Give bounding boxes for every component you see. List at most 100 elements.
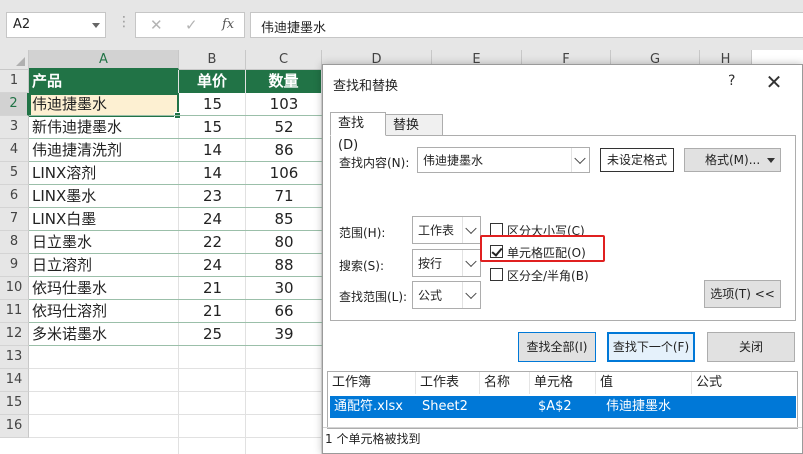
search-select[interactable]: 按行: [412, 249, 481, 277]
table-cell[interactable]: LINX溶剂: [29, 162, 179, 185]
row-header-1[interactable]: 1: [0, 70, 29, 93]
row-header-11[interactable]: 11: [0, 300, 29, 323]
tab-find[interactable]: 查找(D): [330, 112, 386, 153]
row-header-6[interactable]: 6: [0, 185, 29, 208]
table-cell[interactable]: 85: [246, 208, 322, 231]
results-row[interactable]: 通配符.xlsx Sheet2 $A$2 伟迪捷墨水: [330, 396, 796, 418]
table-cell[interactable]: 86: [246, 139, 322, 162]
find-next-button[interactable]: 查找下一个(F): [607, 332, 695, 362]
table-header-cell[interactable]: 数量: [246, 70, 321, 93]
results-header-cell[interactable]: 单元格: [530, 372, 596, 394]
find-all-button[interactable]: 查找全部(I): [518, 332, 596, 362]
table-cell[interactable]: 22: [179, 231, 246, 254]
row-header-4[interactable]: 4: [0, 139, 29, 162]
more-icon: ⋮: [117, 14, 131, 30]
formula-bar: A2 ⋮ ✕ ✓ fx 伟迪捷墨水: [0, 0, 803, 50]
table-cell[interactable]: LINX白墨: [29, 208, 179, 231]
column-header-b[interactable]: B: [179, 50, 246, 70]
table-cell[interactable]: 66: [246, 300, 322, 323]
row-header-15[interactable]: 15: [0, 392, 29, 415]
table-cell[interactable]: 23: [179, 185, 246, 208]
table-cell[interactable]: 39: [246, 323, 322, 346]
results-header-formula[interactable]: 公式: [692, 372, 798, 394]
within-value: 工作表: [418, 223, 455, 238]
row-header-5[interactable]: 5: [0, 162, 29, 185]
row-header-12[interactable]: 12: [0, 323, 29, 346]
table-cell[interactable]: 21: [179, 300, 246, 323]
row-header-2[interactable]: 2: [0, 93, 29, 116]
help-icon[interactable]: ?: [728, 73, 735, 89]
match-width-checkbox[interactable]: [490, 268, 503, 281]
table-cell[interactable]: 52: [246, 116, 322, 139]
table-cell[interactable]: 15: [179, 116, 246, 139]
table-header-cell[interactable]: 产品: [29, 70, 178, 93]
table-cell[interactable]: 伟迪捷清洗剂: [29, 139, 179, 162]
table-cell[interactable]: 88: [246, 254, 322, 277]
options-button[interactable]: 选项(T) <<: [704, 280, 781, 308]
match-width-label[interactable]: 区分全/半角(B): [507, 267, 589, 284]
table-cell[interactable]: 伟迪捷墨水: [29, 93, 179, 116]
results-header-workbook[interactable]: 工作簿: [328, 372, 416, 394]
table-cell[interactable]: LINX墨水: [29, 185, 179, 208]
row-header-10[interactable]: 10: [0, 277, 29, 300]
table-header-cell[interactable]: 单价: [179, 70, 245, 93]
dropdown-arrow-icon: [767, 158, 775, 163]
table-cell[interactable]: 25: [179, 323, 246, 346]
table-cell[interactable]: 103: [246, 93, 322, 116]
row-header-9[interactable]: 9: [0, 254, 29, 277]
cancel-icon[interactable]: ✕: [150, 16, 163, 34]
column-header-c[interactable]: C: [246, 50, 322, 70]
table-cell[interactable]: 106: [246, 162, 322, 185]
row-header-16[interactable]: 16: [0, 415, 29, 438]
status-divider: [323, 427, 802, 428]
within-label: 范围(H):: [339, 226, 386, 240]
table-cell[interactable]: 24: [179, 254, 246, 277]
table-cell[interactable]: 多米诺墨水: [29, 323, 179, 346]
row-header-13[interactable]: 13: [0, 346, 29, 369]
table-cell[interactable]: 日立溶剂: [29, 254, 179, 277]
row-header-14[interactable]: 14: [0, 369, 29, 392]
enter-icon[interactable]: ✓: [185, 16, 198, 34]
table-cell[interactable]: 新伟迪捷墨水: [29, 116, 179, 139]
close-button[interactable]: 关闭: [707, 332, 795, 362]
table-cell[interactable]: 14: [179, 139, 246, 162]
select-all-button[interactable]: [0, 50, 29, 70]
table-cell[interactable]: 日立墨水: [29, 231, 179, 254]
table-cell[interactable]: 15: [179, 93, 246, 116]
within-select[interactable]: 工作表: [412, 216, 481, 244]
table-cell[interactable]: 14: [179, 162, 246, 185]
results-header-sheet[interactable]: 工作表: [416, 372, 480, 394]
close-icon[interactable]: ✕: [757, 68, 791, 96]
table-cell[interactable]: 30: [246, 277, 322, 300]
format-button[interactable]: 格式(M)...: [684, 148, 781, 172]
dialog-title: 查找和替换: [333, 79, 399, 94]
table-cell[interactable]: 21: [179, 277, 246, 300]
search-label: 搜索(S):: [339, 259, 385, 273]
row-header-7[interactable]: 7: [0, 208, 29, 231]
table-cell[interactable]: 71: [246, 185, 322, 208]
row-header-3[interactable]: 3: [0, 116, 29, 139]
lookin-select[interactable]: 公式: [412, 281, 481, 309]
name-box[interactable]: A2: [6, 12, 106, 38]
row-header-8[interactable]: 8: [0, 231, 29, 254]
insert-function-icon[interactable]: fx: [222, 17, 234, 32]
chevron-down-icon[interactable]: [92, 23, 100, 28]
tab-replace[interactable]: 替换(P): [386, 114, 443, 155]
chevron-down-icon[interactable]: [571, 148, 589, 172]
name-box-value: A2: [13, 17, 31, 32]
find-what-input[interactable]: 伟迪捷墨水: [417, 147, 590, 173]
format-preview: 未设定格式: [600, 148, 674, 172]
result-sheet: Sheet2: [422, 399, 468, 414]
chevron-down-icon[interactable]: [462, 282, 480, 308]
results-header-value[interactable]: 值: [596, 372, 692, 394]
chevron-down-icon[interactable]: [462, 250, 480, 276]
table-cell[interactable]: 依玛仕墨水: [29, 277, 179, 300]
table-cell[interactable]: 80: [246, 231, 322, 254]
table-cell[interactable]: 24: [179, 208, 246, 231]
results-header-name[interactable]: 名称: [480, 372, 530, 394]
column-header-a[interactable]: A: [29, 50, 179, 70]
chevron-down-icon[interactable]: [462, 217, 480, 243]
formula-input[interactable]: 伟迪捷墨水: [250, 12, 803, 38]
results-list[interactable]: 工作簿 工作表 名称 单元格 值 公式 通配符.xlsx Sheet2 $A$2…: [327, 371, 798, 429]
table-cell[interactable]: 依玛仕溶剂: [29, 300, 179, 323]
